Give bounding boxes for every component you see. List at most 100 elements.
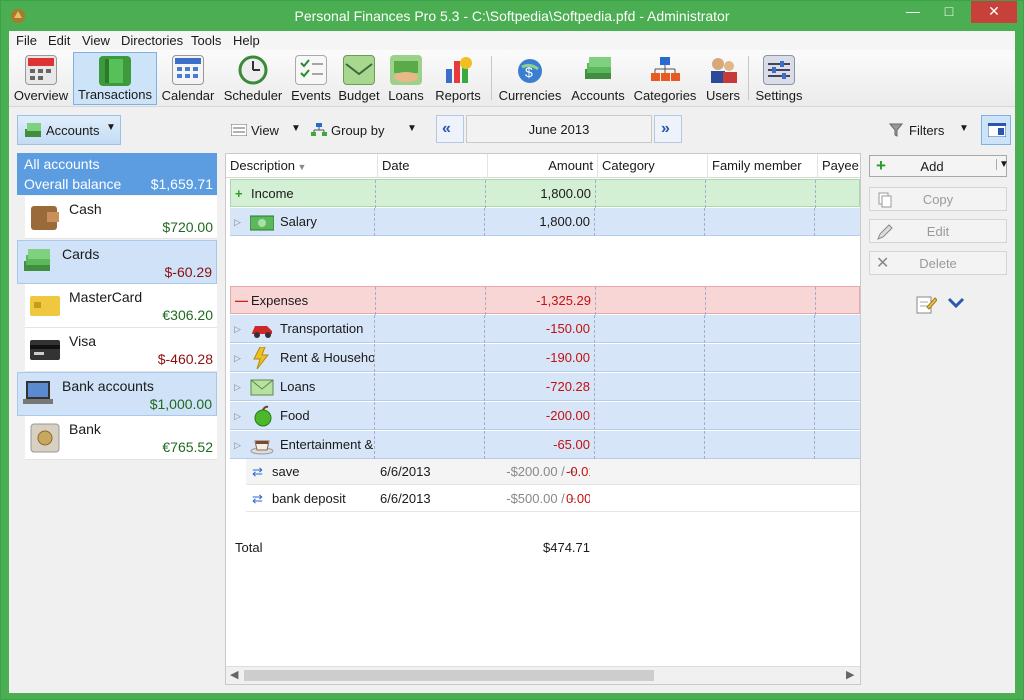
toolbar-label: Users	[706, 88, 740, 103]
column-divider	[815, 180, 816, 208]
group-amount: -1,325.29	[536, 293, 591, 308]
filters-dropdown[interactable]: Filters ▼	[889, 121, 969, 141]
group-label: Income	[251, 186, 294, 201]
toolbar-settings-button[interactable]: Settings	[752, 52, 806, 105]
account-balance: €765.52	[162, 439, 213, 455]
column-divider	[374, 373, 375, 401]
period-selector[interactable]: June 2013	[466, 115, 652, 143]
account-name: Cash	[69, 201, 102, 217]
category-row-food[interactable]: ▷ Food -200.00	[230, 402, 860, 430]
toolbar-label: Scheduler	[223, 88, 283, 103]
chevron-down-icon[interactable]	[947, 295, 967, 313]
menu-help[interactable]: Help	[233, 33, 260, 48]
add-button[interactable]: + Add ▼	[869, 155, 1009, 177]
menu-file[interactable]: File	[16, 33, 37, 48]
toolbar-users-button[interactable]: Users	[701, 52, 745, 105]
group-by-dropdown[interactable]: Group by ▼	[309, 121, 419, 141]
account-name: MasterCard	[69, 289, 143, 305]
minimize-button[interactable]: —	[899, 1, 927, 23]
toolbar-label: Loans	[388, 88, 424, 103]
column-header-payee[interactable]: Payee	[818, 154, 860, 178]
view-dropdown[interactable]: View ▼	[229, 121, 307, 141]
all-accounts-item[interactable]: All accounts Overall balance $1,659.71	[17, 153, 217, 195]
column-header-category[interactable]: Category	[598, 154, 708, 178]
menu-edit[interactable]: Edit	[48, 33, 70, 48]
account-item-mastercard[interactable]: MasterCard €306.20	[25, 284, 217, 328]
edit-button[interactable]: Edit	[869, 219, 1007, 243]
filters-label: Filters	[909, 123, 945, 138]
safe-icon	[29, 422, 61, 454]
clipboard-edit-icon[interactable]	[915, 293, 937, 315]
previous-period-button[interactable]: «	[436, 115, 464, 143]
toolbar-calendar-button[interactable]: Calendar	[159, 52, 217, 105]
menu-view[interactable]: View	[82, 33, 110, 48]
toolbar-separator	[491, 56, 492, 100]
double-chevron-right-icon: »	[661, 120, 670, 137]
overall-balance-value: $1,659.71	[150, 176, 213, 192]
toolbar-reports-button[interactable]: Reports	[429, 52, 487, 105]
column-header-amount[interactable]: Amount	[488, 154, 598, 178]
category-row-transportation[interactable]: ▷ Transportation -150.00	[230, 315, 860, 343]
category-label: Loans	[280, 379, 316, 394]
menu-directories[interactable]: Directories	[121, 33, 183, 48]
scrollbar-thumb[interactable]	[244, 670, 654, 681]
copy-button[interactable]: Copy	[869, 187, 1007, 211]
account-item-bank[interactable]: Bank €765.52	[25, 416, 217, 460]
toolbar-categories-button[interactable]: Categories	[631, 52, 699, 105]
delete-label: Delete	[919, 256, 957, 271]
column-divider	[374, 208, 375, 236]
expenses-group-row[interactable]: — Expenses -1,325.29	[230, 286, 860, 315]
toolbar-label: Accounts	[571, 88, 625, 103]
toolbar-scheduler-button[interactable]: Scheduler	[219, 52, 287, 105]
accounts-dropdown-button[interactable]: Accounts ▼	[17, 115, 121, 145]
column-divider	[374, 431, 375, 459]
column-header-description[interactable]: Description ▼	[226, 154, 378, 178]
category-row-loans[interactable]: ▷ Loans -720.28	[230, 373, 860, 401]
category-amount: -150.00	[545, 321, 590, 336]
toolbar-currencies-button[interactable]: $ Currencies	[495, 52, 565, 105]
calendar-overview-icon	[25, 55, 57, 85]
category-row-salary[interactable]: ▷ Salary 1,800.00	[230, 208, 860, 236]
column-divider	[594, 431, 595, 459]
delete-button[interactable]: ✕ Delete	[869, 251, 1007, 275]
horizontal-scrollbar[interactable]: ◀ ▶	[226, 666, 860, 684]
toolbar-loans-button[interactable]: Loans	[385, 52, 427, 105]
transaction-row-save[interactable]: ⇄ save 6/6/2013 -$200.00 / + -0.01	[246, 459, 860, 485]
column-divider	[374, 315, 375, 343]
account-group-cards[interactable]: Cards $-60.29	[17, 240, 217, 284]
toolbar-overview-button[interactable]: Overview	[11, 52, 71, 105]
expand-arrow-icon: ▷	[234, 411, 241, 421]
globe-currency-icon: $	[514, 55, 546, 85]
column-divider	[814, 315, 815, 343]
column-divider	[814, 402, 815, 430]
toolbar-transactions-button[interactable]: Transactions	[73, 52, 157, 105]
category-amount: -65.00	[553, 437, 590, 452]
close-button[interactable]: ✕	[971, 1, 1017, 23]
income-group-row[interactable]: + Income 1,800.00	[230, 179, 860, 208]
next-period-button[interactable]: »	[654, 115, 682, 143]
account-item-visa[interactable]: Visa $-460.28	[25, 328, 217, 372]
account-group-bank-accounts[interactable]: Bank accounts $1,000.00	[17, 372, 217, 416]
category-label: Food	[280, 408, 310, 423]
maximize-button[interactable]: □	[935, 1, 963, 23]
column-divider	[375, 180, 376, 208]
panel-toggle-button[interactable]	[981, 115, 1011, 145]
toolbar-accounts-button[interactable]: Accounts	[567, 52, 629, 105]
category-row-rent-household[interactable]: ▷ Rent & Househo -190.00	[230, 344, 860, 372]
expand-arrow-icon: ▷	[234, 440, 241, 450]
menu-tools[interactable]: Tools	[191, 33, 221, 48]
column-divider	[594, 344, 595, 372]
clock-icon	[237, 55, 269, 85]
scroll-left-icon[interactable]: ◀	[230, 668, 238, 681]
account-item-cash[interactable]: Cash $720.00	[25, 196, 217, 239]
panel-icon	[988, 123, 1006, 137]
category-row-entertainment[interactable]: ▷ Entertainment & -65.00	[230, 431, 860, 459]
column-header-family-member[interactable]: Family member	[708, 154, 818, 178]
toolbar-events-button[interactable]: Events	[289, 52, 333, 105]
scroll-right-icon[interactable]: ▶	[846, 668, 854, 681]
toolbar-budget-button[interactable]: Budget	[335, 52, 383, 105]
calendar-icon	[172, 55, 204, 85]
column-header-date[interactable]: Date	[378, 154, 488, 178]
transaction-row-bank-deposit[interactable]: ⇄ bank deposit 6/6/2013 -$500.00 / + 0.0…	[246, 486, 860, 512]
account-group-balance: $1,000.00	[149, 396, 212, 412]
